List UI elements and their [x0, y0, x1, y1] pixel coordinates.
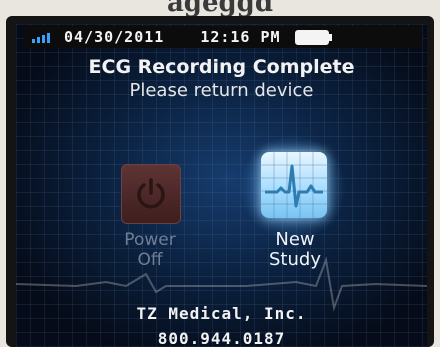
new-study-label: New Study	[246, 230, 344, 270]
power-off-button[interactable]	[121, 164, 181, 224]
power-off-label-line1: Power	[124, 230, 176, 250]
device-screen: 04/30/2011 12:16 PM ECG Recording Comple…	[16, 24, 427, 347]
power-off-label: Power Off	[104, 230, 196, 270]
status-date: 04/30/2011	[64, 28, 165, 46]
status-time: 12:16 PM	[200, 28, 281, 46]
status-bar: 04/30/2011 12:16 PM	[24, 26, 422, 48]
new-study-label-line2: Study	[269, 249, 321, 270]
company-phone: 800.944.0187	[157, 329, 286, 347]
page-title: ECG Recording Complete	[88, 56, 355, 78]
new-study-label-line1: New	[275, 229, 315, 250]
new-study-button[interactable]	[261, 152, 327, 218]
power-icon	[137, 178, 165, 209]
company-name: TZ Medical, Inc.	[136, 304, 307, 323]
ecg-waveform-icon	[261, 152, 327, 218]
battery-full-icon	[294, 29, 332, 45]
signal-bars-icon	[32, 31, 50, 43]
power-off-label-line2: Off	[137, 250, 163, 270]
page-subtitle: Please return device	[129, 80, 314, 101]
